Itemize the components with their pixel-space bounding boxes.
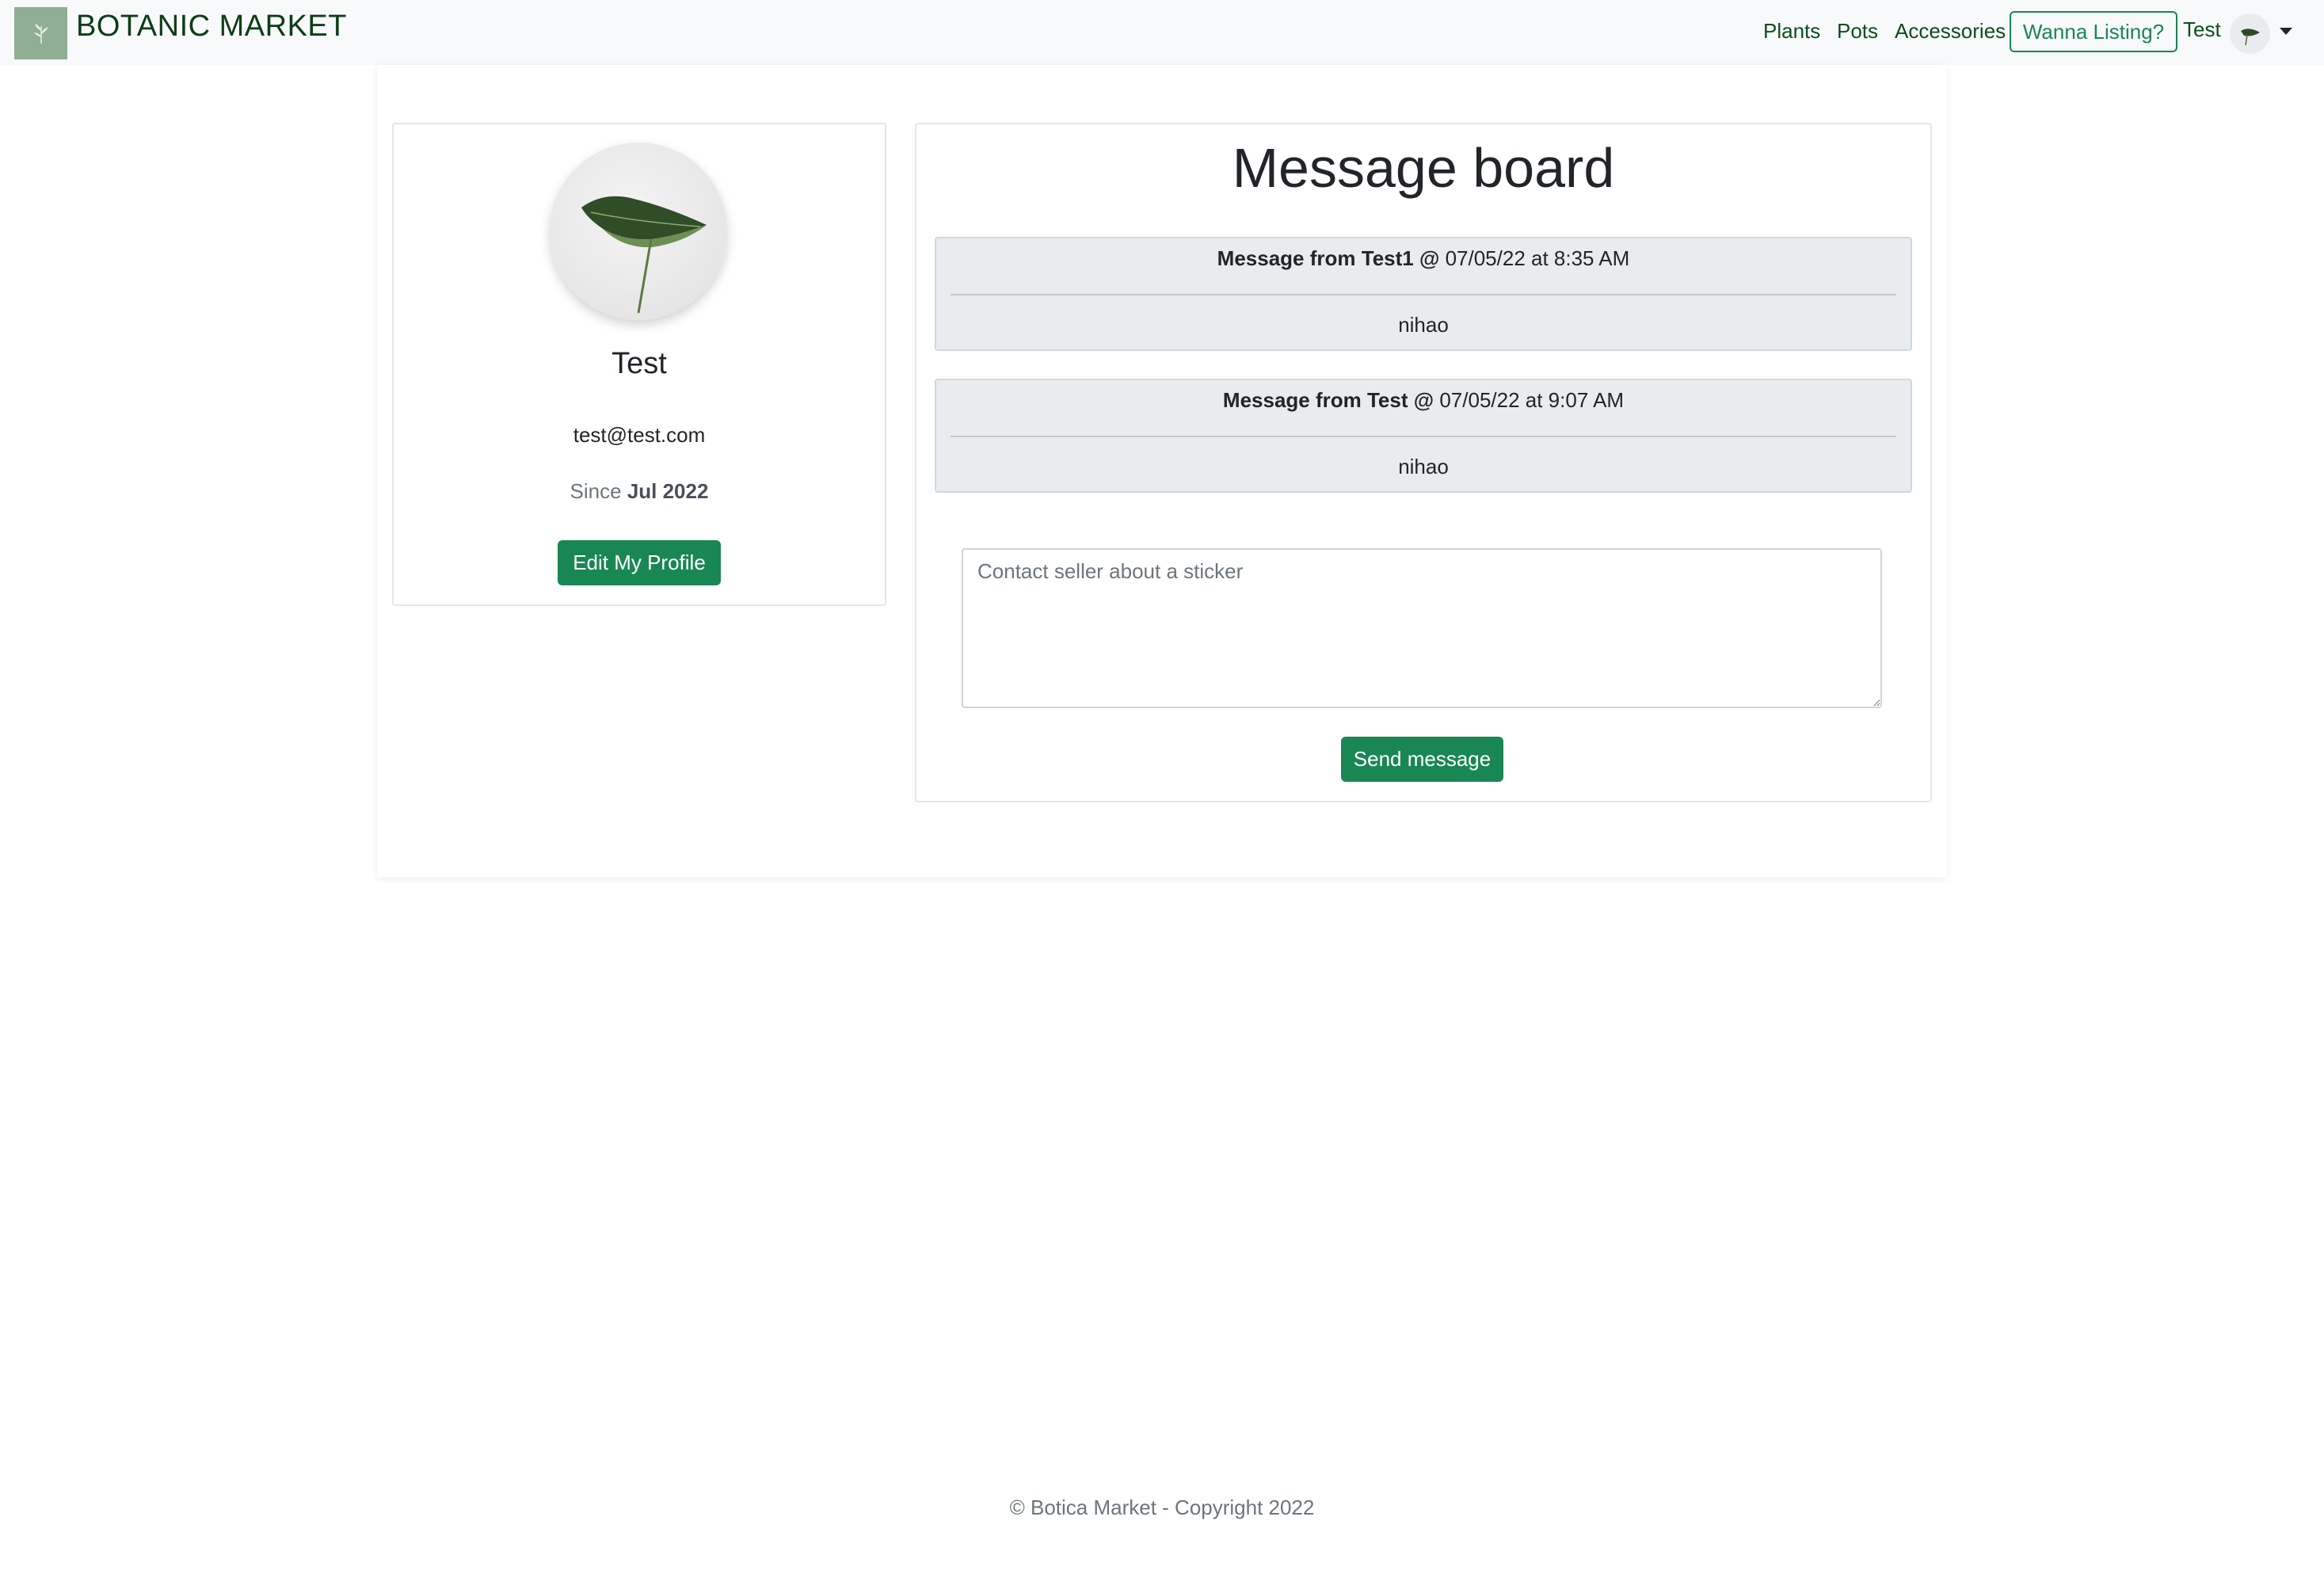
footer-copyright: © Botica Market - Copyright 2022 (1009, 1496, 1315, 1519)
message-body: nihao (1398, 313, 1449, 337)
message-header: Message from Test1 @ 07/05/22 at 8:35 AM (936, 246, 1911, 271)
user-avatar[interactable] (2230, 13, 2270, 54)
brand-name[interactable]: BOTANIC MARKET (76, 10, 347, 44)
message-at: @ (1419, 246, 1440, 270)
nav-user-name[interactable]: Test (2183, 17, 2221, 42)
message-author: Test (1366, 388, 1408, 412)
message-time: 07/05/22 at 8:35 AM (1445, 246, 1630, 270)
navbar: BOTANIC MARKET Plants Pots Accessories W… (0, 0, 2324, 65)
send-message-button[interactable]: Send message (1341, 737, 1503, 782)
nav-link-pots[interactable]: Pots (1837, 19, 1878, 44)
nav-link-accessories[interactable]: Accessories (1895, 19, 2006, 44)
message-body: nihao (1398, 455, 1449, 478)
member-since-label: Since (570, 479, 622, 503)
nav-link-plants[interactable]: Plants (1763, 19, 1820, 44)
message-input[interactable] (962, 548, 1882, 708)
wanna-listing-button[interactable]: Wanna Listing? (2010, 11, 2177, 52)
message-prefix: Message from (1222, 388, 1362, 412)
message-item: Message from Test1 @ 07/05/22 at 8:35 AM… (935, 237, 1912, 351)
message-item: Message from Test @ 07/05/22 at 9:07 AM … (935, 379, 1912, 493)
profile-name: Test (611, 347, 667, 380)
member-since: Since Jul 2022 (392, 479, 886, 504)
message-divider (951, 436, 1896, 437)
user-menu-caret-icon[interactable] (2280, 28, 2292, 35)
message-board-title: Message board (1232, 137, 1615, 199)
profile-email: test@test.com (573, 423, 706, 447)
message-author: Test1 (1361, 246, 1414, 270)
message-prefix: Message from (1217, 246, 1356, 270)
brand-logo-icon[interactable] (14, 7, 67, 59)
profile-avatar (550, 143, 727, 320)
message-time: 07/05/22 at 9:07 AM (1439, 388, 1625, 412)
member-since-date: Jul 2022 (627, 479, 709, 503)
message-header: Message from Test @ 07/05/22 at 9:07 AM (936, 388, 1911, 413)
edit-profile-button[interactable]: Edit My Profile (558, 540, 721, 585)
message-divider (951, 294, 1896, 295)
message-at: @ (1413, 388, 1434, 412)
